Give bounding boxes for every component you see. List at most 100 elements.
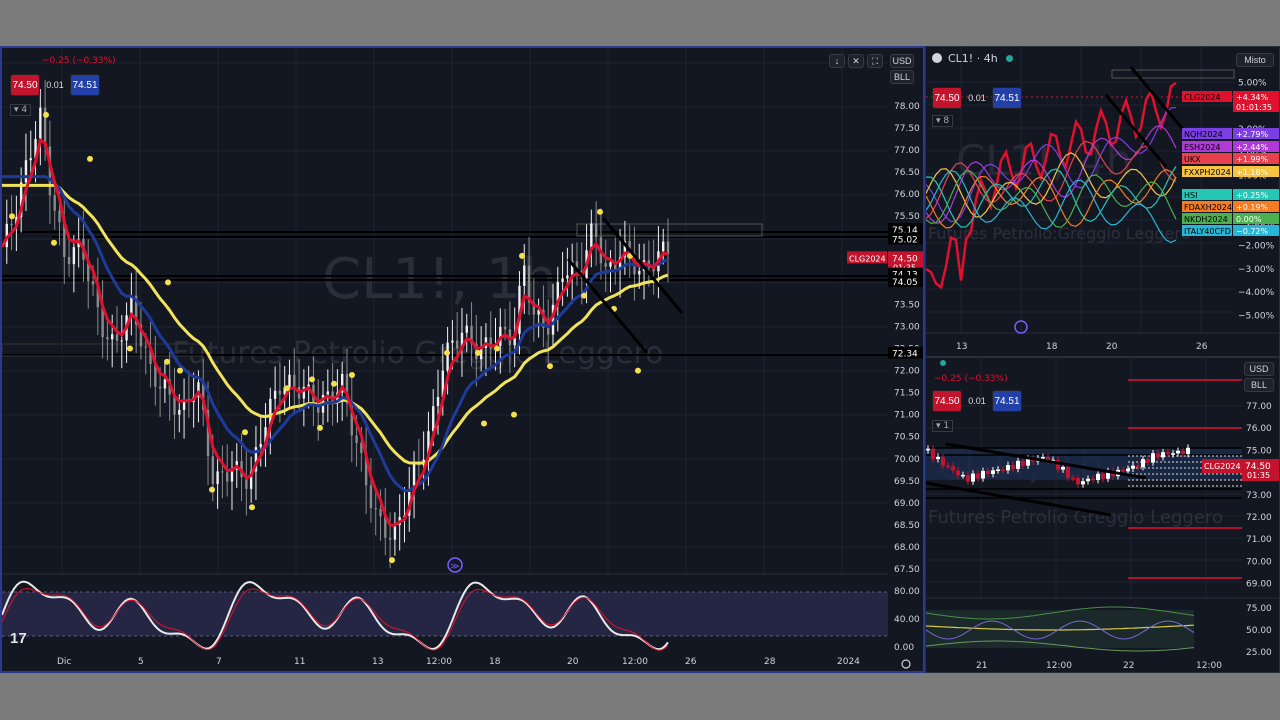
candle-body bbox=[936, 456, 940, 460]
unit-button[interactable]: BLL bbox=[1244, 378, 1274, 392]
currency-button[interactable]: USD bbox=[890, 54, 914, 68]
candle-body bbox=[374, 508, 377, 510]
candle-body bbox=[10, 223, 13, 226]
time-axis-label: 2024 bbox=[837, 657, 860, 667]
legend-name: FXXPH2024 bbox=[1184, 168, 1231, 177]
time-axis[interactable]: 13 18 20 26 bbox=[956, 342, 1208, 352]
price-axis[interactable]: 77.00 76.00 75.00 73.00 72.00 71.00 70.00 69.00 bbox=[1246, 402, 1272, 590]
fullscreen-icon[interactable]: ⛶ bbox=[867, 54, 883, 68]
candle-body bbox=[1171, 453, 1175, 455]
time-axis-label: 18 bbox=[489, 657, 501, 667]
legend-value: −0.72% bbox=[1236, 227, 1269, 236]
price-axis-label: 76.00 bbox=[1246, 424, 1272, 434]
indicator-count[interactable]: ▾ 4 bbox=[10, 104, 32, 116]
indicator-count-value: 1 bbox=[943, 421, 950, 431]
candle-body bbox=[941, 456, 945, 466]
price-axis-label: 68.00 bbox=[894, 543, 920, 553]
legend-name: UKX bbox=[1184, 155, 1201, 164]
price-label-text: 75.02 bbox=[892, 235, 918, 245]
price-axis-label: 69.00 bbox=[894, 499, 920, 509]
oscillator-band bbox=[2, 592, 888, 636]
time-axis-label: 20 bbox=[567, 657, 579, 667]
chart-title[interactable]: CL1! · 4h bbox=[948, 52, 998, 65]
time-axis-label: 12:00 bbox=[1046, 661, 1072, 671]
legend-name: ITALY40CFD bbox=[1184, 227, 1231, 236]
candle-body bbox=[106, 337, 109, 340]
candle-body bbox=[1041, 457, 1045, 459]
oscillator-axis-label: 0.00 bbox=[894, 643, 914, 653]
bid-price-box[interactable]: 74.50 bbox=[10, 74, 40, 96]
candle-body bbox=[451, 340, 454, 343]
candle-body bbox=[293, 374, 296, 387]
main-chart-pane[interactable]: CL1!, 1h Futures Petrolio Greggio Legger… bbox=[0, 46, 925, 673]
candle-body bbox=[1181, 450, 1185, 455]
candle-body bbox=[991, 470, 995, 474]
pivot-dot bbox=[597, 208, 603, 215]
candle-body bbox=[638, 270, 641, 275]
spread-value: 0.01 bbox=[968, 93, 986, 103]
countdown: 01:35 bbox=[1247, 471, 1270, 480]
time-axis-label: 7 bbox=[216, 657, 222, 667]
pivot-dot bbox=[494, 345, 500, 352]
legend-value: 0.00% bbox=[1236, 215, 1262, 224]
symbol-legend: CLG2024 +4.34%01:01:35 NQH2024 +2.79% ESH202… bbox=[1182, 91, 1279, 236]
time-axis-label: 21 bbox=[976, 661, 987, 671]
candle-body bbox=[288, 374, 291, 388]
pivot-dot bbox=[444, 349, 450, 356]
unit-button[interactable]: BLL bbox=[890, 70, 914, 84]
price-axis-label: 71.00 bbox=[894, 411, 920, 421]
legend-name: NQH2024 bbox=[1184, 130, 1223, 139]
market-status-icon bbox=[1006, 55, 1013, 62]
candle-body bbox=[278, 390, 282, 395]
legend-name: HSI bbox=[1184, 191, 1197, 200]
price-change: −0.25 (−0.33%) bbox=[42, 56, 116, 66]
time-axis[interactable]: 21 12:00 22 12:00 bbox=[976, 661, 1222, 671]
candle-body bbox=[436, 397, 440, 407]
range-rectangle[interactable] bbox=[576, 223, 763, 237]
ask-price-box[interactable]: 74.51 bbox=[992, 390, 1022, 412]
pivot-dot bbox=[249, 504, 255, 511]
candle-body bbox=[996, 469, 1000, 471]
comparison-chart-pane[interactable]: CL1!, 4h Futures Petrolio:Greggio Legger… bbox=[925, 46, 1280, 357]
pivot-dot bbox=[547, 363, 553, 370]
candle-body bbox=[72, 247, 76, 265]
price-axis[interactable]: 78.0077.5077.0076.5076.0075.5074.5073.50… bbox=[894, 102, 920, 575]
secondary-chart-pane[interactable]: CL1!, 1h Futures Petrolio Greggio Legger… bbox=[925, 357, 1280, 673]
oscillator-axis-label: 75.00 bbox=[1246, 604, 1272, 614]
oscillator-axis-label: 40.00 bbox=[894, 615, 920, 625]
close-icon[interactable]: ✕ bbox=[848, 54, 864, 68]
legend-value: +2.44% bbox=[1236, 143, 1269, 152]
main-chart-canvas[interactable]: CL1!, 1h Futures Petrolio Greggio Legger… bbox=[2, 48, 923, 671]
chart-watermark-name: Futures Petrolio Greggio Leggero bbox=[172, 336, 663, 371]
indicator-count[interactable]: ▾ 1 bbox=[932, 420, 954, 432]
candle-body bbox=[1021, 460, 1025, 466]
arrow-down-icon[interactable]: ↓ bbox=[829, 54, 845, 68]
pivot-dot bbox=[242, 429, 248, 436]
indicator-count[interactable]: ▾ 8 bbox=[932, 115, 954, 127]
bid-price-box[interactable]: 74.50 bbox=[932, 390, 962, 412]
range-rectangle[interactable] bbox=[1111, 69, 1235, 79]
candle-body bbox=[115, 334, 119, 341]
candle-body bbox=[120, 340, 123, 342]
pivot-dot bbox=[209, 486, 215, 493]
pivot-dot bbox=[581, 292, 587, 299]
scale-mode-button[interactable]: Misto bbox=[1236, 53, 1274, 67]
bid-price-box[interactable]: 74.50 bbox=[932, 87, 962, 109]
pivot-dot bbox=[481, 420, 487, 427]
candle-body bbox=[604, 263, 607, 267]
pivot-dot bbox=[519, 252, 525, 259]
price-axis-label: 76.00 bbox=[894, 190, 920, 200]
candle-body bbox=[971, 473, 975, 482]
tradingview-logo-icon: 17 bbox=[10, 630, 27, 647]
candle-body bbox=[465, 325, 468, 333]
currency-button[interactable]: USD bbox=[1244, 362, 1274, 376]
legend-value: +1.18% bbox=[1236, 168, 1269, 177]
candle-body bbox=[956, 470, 960, 476]
settings-gear-icon[interactable] bbox=[901, 659, 911, 669]
time-axis-label: 28 bbox=[764, 657, 776, 667]
price-axis-label: 78.00 bbox=[894, 102, 920, 112]
legend-value: +0.25% bbox=[1236, 191, 1269, 200]
candle-body bbox=[388, 537, 392, 540]
ask-price-box[interactable]: 74.51 bbox=[992, 87, 1022, 109]
ask-price-box[interactable]: 74.51 bbox=[70, 74, 100, 96]
